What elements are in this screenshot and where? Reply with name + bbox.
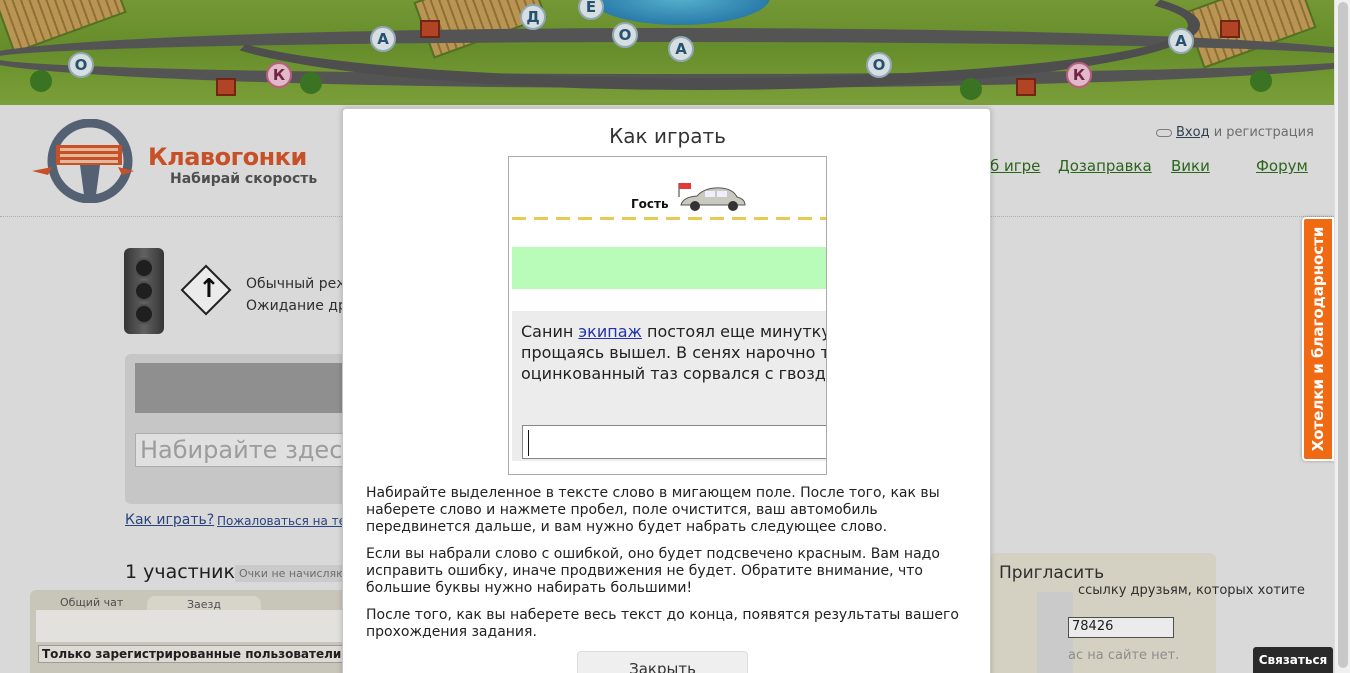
- demo-text: Санин экипаж постоял еще минутку и, прощ…: [521, 321, 827, 384]
- instructions-paragraph: Набирайте выделенное в тексте слово в ми…: [366, 485, 940, 535]
- demo-animation: Гость Санин экипаж постоял еще минутку и…: [508, 156, 827, 475]
- demo-text-after: постоял еще минутку и,: [647, 322, 827, 341]
- demo-text-line: оцинкованный таз сорвался с гвоздя и: [521, 364, 827, 383]
- progress-highlight: [512, 247, 826, 289]
- demo-highlighted-word: экипаж: [578, 322, 642, 341]
- text-caret: [528, 430, 529, 456]
- demo-input-field: [522, 425, 826, 459]
- page-scrollbar[interactable]: [1334, 0, 1350, 673]
- scrollbar-thumb[interactable]: [1338, 2, 1348, 668]
- wishes-feedback-label: Хотелки и благодарности: [1309, 226, 1327, 452]
- instructions-paragraph: Если вы набрали слово с ошибкой, оно буд…: [366, 546, 940, 596]
- contact-button[interactable]: Связаться: [1253, 647, 1333, 673]
- road-divider: [512, 217, 826, 220]
- dialog-title: Как играть: [609, 124, 726, 148]
- demo-player-name: Гость: [631, 197, 669, 211]
- instructions-paragraph: После того, как вы наберете весь текст д…: [366, 607, 959, 640]
- close-button[interactable]: Закрыть: [577, 651, 748, 673]
- demo-text-before: Санин: [521, 322, 579, 341]
- how-to-play-dialog: Как играть Гость Санин экипаж постоял ещ…: [342, 108, 991, 673]
- demo-text-line: прощаясь вышел. В сенях нарочно топ: [521, 343, 827, 362]
- wishes-feedback-tab[interactable]: Хотелки и благодарности: [1302, 217, 1334, 461]
- car-icon: [678, 183, 746, 211]
